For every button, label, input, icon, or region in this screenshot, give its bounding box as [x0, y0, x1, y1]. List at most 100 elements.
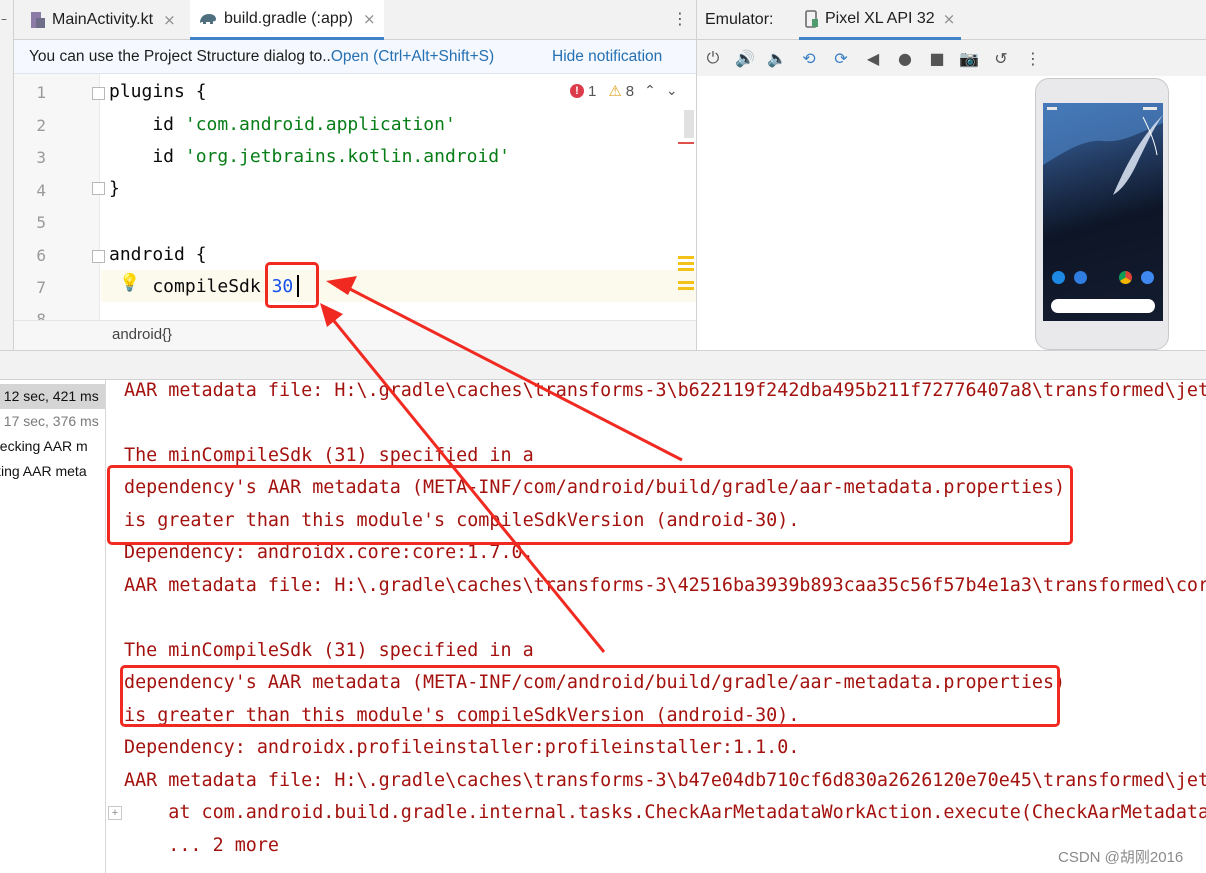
- emulator-display: [697, 76, 1206, 350]
- fold-icon[interactable]: [92, 182, 105, 195]
- build-tree-item[interactable]: hecking AAR m: [0, 434, 105, 459]
- chrome-app-icon[interactable]: [1119, 271, 1132, 284]
- expand-icon[interactable]: +: [108, 806, 122, 820]
- chevron-up-icon[interactable]: ⌃: [644, 83, 656, 99]
- wallpaper-image: [1043, 103, 1163, 195]
- notification-text: You can use the Project Structure dialog…: [29, 47, 331, 65]
- warning-count: 8: [625, 82, 635, 100]
- editor-scrollbar[interactable]: [684, 110, 694, 138]
- close-icon[interactable]: ×: [943, 10, 956, 28]
- line-number: 6: [36, 246, 46, 265]
- lightbulb-icon[interactable]: 💡: [119, 273, 140, 293]
- code-editor[interactable]: 1 2 3 4 5 6 7 8 plugins { id 'com.androi…: [14, 74, 696, 320]
- volume-up-icon[interactable]: 🔊: [729, 49, 761, 68]
- tab-label: MainActivity.kt: [52, 11, 154, 28]
- build-tree-item[interactable]: , 12 sec, 421 ms: [0, 384, 105, 409]
- console-line: Dependency: androidx.profileinstaller:pr…: [124, 737, 800, 758]
- open-project-structure-link[interactable]: Open (Ctrl+Alt+Shift+S): [331, 48, 494, 66]
- device-tab-label: Pixel XL API 32: [825, 9, 935, 27]
- camera-app-icon[interactable]: [1141, 271, 1154, 284]
- device-frame: [1035, 78, 1169, 350]
- warning-stripe-mark[interactable]: [678, 268, 694, 271]
- code-keyword: id: [109, 114, 185, 135]
- panel-divider[interactable]: [0, 350, 1206, 380]
- code-line-6: android {: [109, 244, 207, 265]
- code-line-3: id 'org.jetbrains.kotlin.android': [109, 146, 510, 167]
- camera-icon[interactable]: 📷: [953, 49, 985, 68]
- build-tree-item[interactable]: king AAR meta: [0, 459, 105, 484]
- close-icon[interactable]: ×: [363, 10, 376, 28]
- line-number: 2: [36, 116, 46, 135]
- code-string: 'com.android.application': [184, 114, 456, 135]
- fold-icon[interactable]: [92, 250, 105, 263]
- fold-icon[interactable]: [92, 87, 105, 100]
- status-bar: [1047, 107, 1157, 110]
- messages-app-icon[interactable]: [1074, 271, 1087, 284]
- more-vertical-icon[interactable]: ⋮: [672, 9, 688, 28]
- code-string: 'org.jetbrains.kotlin.android': [184, 146, 510, 167]
- project-panel-strip: –: [0, 0, 14, 350]
- console-line: AAR metadata file: H:\.gradle\caches\tra…: [124, 380, 1206, 401]
- line-number: 3: [36, 148, 46, 167]
- inspection-widget[interactable]: ! 1 ⚠ 8 ⌃ ⌄: [570, 82, 678, 100]
- console-line: AAR metadata file: H:\.gradle\caches\tra…: [124, 575, 1206, 596]
- home-icon[interactable]: ●: [889, 49, 921, 68]
- google-search-bar[interactable]: [1051, 299, 1155, 313]
- build-tree-label: , 17 sec, 376 ms: [0, 413, 99, 429]
- tab-label: build.gradle (:app): [224, 9, 353, 27]
- tab-build-gradle[interactable]: build.gradle (:app) ×: [190, 0, 384, 40]
- phone-app-icon[interactable]: [1052, 271, 1065, 284]
- overview-icon[interactable]: ■: [921, 49, 953, 68]
- warning-stripe-mark[interactable]: [678, 262, 694, 265]
- emulator-header: Emulator: Pixel XL API 32 ×: [697, 0, 1206, 40]
- code-line-4: }: [109, 178, 120, 199]
- build-tree-label: king AAR meta: [0, 463, 87, 479]
- gradle-elephant-icon: [200, 13, 216, 24]
- line-number: 7: [36, 278, 46, 297]
- build-tree-label: , 12 sec, 421 ms: [0, 388, 99, 404]
- emulator-panel: Emulator: Pixel XL API 32 × ⏻ 🔊 🔈 ⟲ ⟳ ◀ …: [696, 0, 1206, 350]
- warning-stripe-mark[interactable]: [678, 287, 694, 290]
- volume-down-icon[interactable]: 🔈: [761, 49, 793, 68]
- line-number: 4: [36, 181, 46, 200]
- tab-device[interactable]: Pixel XL API 32 ×: [799, 0, 962, 40]
- notification-bar: You can use the Project Structure dialog…: [14, 40, 696, 74]
- console-line: Dependency: androidx.core:core:1.7.0.: [124, 542, 534, 563]
- warning-stripe-mark[interactable]: [678, 256, 694, 259]
- kotlin-file-icon: [31, 12, 45, 28]
- tab-mainactivity[interactable]: MainActivity.kt ×: [22, 0, 184, 40]
- more-vertical-icon[interactable]: ⋮: [1017, 49, 1049, 68]
- error-stripe-mark[interactable]: [678, 142, 694, 144]
- console-line: The minCompileSdk (31) specified in a: [124, 445, 534, 466]
- rotate-right-icon[interactable]: ⟳: [825, 49, 857, 68]
- build-tree-label: hecking AAR m: [0, 438, 88, 454]
- line-number: 5: [36, 213, 46, 232]
- build-tree-item[interactable]: , 17 sec, 376 ms: [0, 409, 105, 434]
- warning-icon: ⚠: [608, 83, 622, 100]
- code-line-2: id 'com.android.application': [109, 114, 456, 135]
- warning-stripe-mark[interactable]: [678, 281, 694, 284]
- back-icon[interactable]: ◀: [857, 49, 889, 68]
- line-number: 1: [36, 83, 46, 102]
- rotate-left-icon[interactable]: ⟲: [793, 49, 825, 68]
- code-line-1: plugins {: [109, 81, 207, 102]
- build-tree: , 12 sec, 421 ms , 17 sec, 376 ms heckin…: [0, 380, 106, 873]
- minimize-icon[interactable]: –: [1, 12, 7, 26]
- power-icon[interactable]: ⏻: [697, 48, 729, 68]
- chevron-down-icon[interactable]: ⌄: [666, 83, 678, 99]
- code-keyword: id: [109, 146, 185, 167]
- watermark: CSDN @胡刚2016: [1058, 849, 1184, 866]
- hide-notification-link[interactable]: Hide notification: [552, 48, 662, 66]
- build-output-console[interactable]: AAR metadata file: H:\.gradle\caches\tra…: [106, 380, 1206, 873]
- error-count: 1: [588, 82, 597, 100]
- console-line: ... 2 more: [124, 835, 280, 856]
- reset-icon[interactable]: ↺: [985, 49, 1017, 68]
- close-icon[interactable]: ×: [163, 11, 176, 29]
- console-line: AAR metadata file: H:\.gradle\caches\tra…: [124, 770, 1206, 791]
- device-screen[interactable]: [1043, 103, 1163, 321]
- breadcrumb[interactable]: android{}: [14, 320, 696, 350]
- editor-tab-bar: MainActivity.kt × build.gradle (:app) × …: [14, 0, 696, 40]
- annotation-box-compile-sdk: [265, 262, 319, 308]
- error-icon: !: [570, 84, 584, 98]
- annotation-box-error-1: [107, 465, 1073, 545]
